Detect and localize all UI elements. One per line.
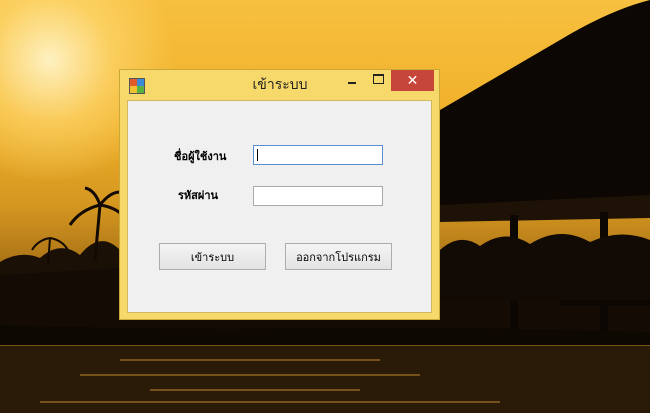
login-button[interactable]: เข้าระบบ [159, 243, 266, 270]
username-input[interactable] [253, 145, 383, 165]
login-button-label: เข้าระบบ [190, 250, 235, 264]
form-client-area: ชื่อผู้ใช้งาน รหัสผ่าน เข้าระบบ ออกจากโป… [127, 100, 432, 313]
minimize-button[interactable] [339, 70, 365, 91]
title-bar[interactable]: เข้าระบบ ✕ [120, 70, 439, 99]
minimize-icon [348, 81, 356, 84]
window-title: เข้าระบบ [252, 77, 308, 93]
close-button[interactable]: ✕ [391, 70, 434, 91]
maximize-button[interactable] [365, 70, 391, 91]
maximize-icon [372, 73, 384, 84]
text-caret [257, 149, 258, 161]
close-icon: ✕ [406, 72, 419, 89]
username-label: ชื่อผู้ใช้งาน [174, 150, 227, 163]
app-icon [129, 78, 145, 94]
exit-program-button[interactable]: ออกจากโปรแกรม [285, 243, 392, 270]
password-input[interactable] [253, 186, 383, 206]
login-window: เข้าระบบ ✕ ชื่อผู้ใช้งาน รหัสผ่าน เข้าระ… [119, 69, 440, 320]
exit-button-label: ออกจากโปรแกรม [296, 250, 381, 264]
password-label: รหัสผ่าน [178, 189, 219, 202]
